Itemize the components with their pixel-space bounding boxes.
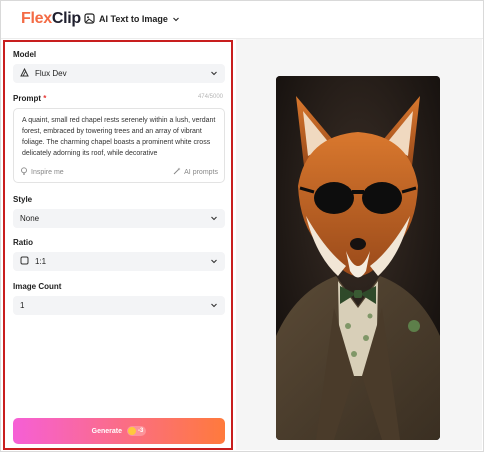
coin-icon	[128, 427, 136, 435]
settings-panel: Model Flux Dev Prompt * 474/5000 A quain…	[3, 40, 233, 450]
ai-prompts-label: AI prompts	[184, 168, 218, 176]
prompt-char-counter: 474/5000	[197, 94, 223, 100]
logo-part-clip: Clip	[51, 10, 81, 27]
required-mark: *	[43, 94, 47, 103]
generate-button[interactable]: Generate -3	[13, 418, 225, 444]
generated-image[interactable]	[276, 76, 440, 440]
model-label: Model	[13, 50, 37, 59]
style-value: None	[20, 214, 40, 223]
chevron-down-icon	[172, 15, 180, 23]
magic-wand-icon	[173, 167, 181, 177]
flux-model-icon	[20, 67, 29, 79]
generate-label: Generate	[91, 427, 122, 435]
ratio-value: 1:1	[35, 257, 47, 266]
prompt-label: Prompt *	[13, 94, 47, 103]
ai-prompts-button[interactable]: AI prompts	[173, 167, 218, 177]
tool-selector-label: AI Text to Image	[99, 13, 168, 24]
chevron-down-icon	[210, 214, 218, 224]
model-value: Flux Dev	[35, 69, 67, 78]
inspire-me-label: Inspire me	[31, 168, 64, 176]
credit-cost: -3	[138, 428, 144, 434]
flexclip-logo[interactable]: FlexClip	[21, 10, 81, 28]
inspire-me-button[interactable]: Inspire me	[20, 167, 64, 177]
image-count-value: 1	[20, 301, 25, 310]
model-select[interactable]: Flux Dev	[13, 64, 225, 83]
ratio-select[interactable]: 1:1	[13, 252, 225, 271]
tool-selector[interactable]: AI Text to Image	[84, 13, 180, 24]
chevron-down-icon	[210, 301, 218, 311]
prompt-textarea[interactable]: A quaint, small red chapel rests serenel…	[13, 108, 225, 183]
square-ratio-icon	[20, 256, 29, 267]
credit-cost-badge: -3	[127, 426, 147, 436]
prompt-text: A quaint, small red chapel rests serenel…	[22, 117, 216, 157]
fox-in-suit-image	[276, 76, 440, 440]
style-select[interactable]: None	[13, 209, 225, 228]
top-bar: FlexClip AI Text to Image	[1, 1, 483, 39]
logo-part-flex: Flex	[21, 10, 52, 27]
ai-image-icon	[84, 13, 95, 24]
chevron-down-icon	[210, 69, 218, 79]
chevron-down-icon	[210, 257, 218, 267]
lightbulb-icon	[20, 167, 28, 177]
prompt-actions: Inspire me AI prompts	[20, 166, 218, 178]
image-count-label: Image Count	[13, 282, 62, 291]
ratio-label: Ratio	[13, 238, 33, 247]
style-label: Style	[13, 195, 33, 204]
image-count-select[interactable]: 1	[13, 296, 225, 315]
